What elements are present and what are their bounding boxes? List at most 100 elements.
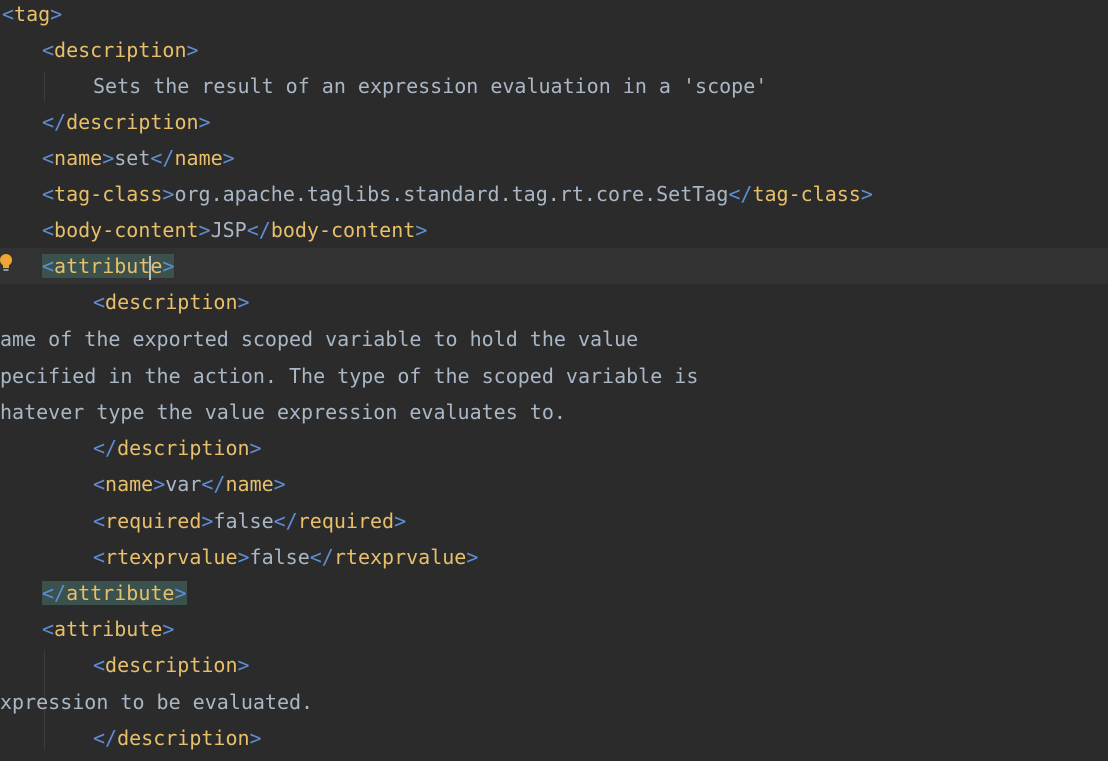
tag-bracket: >: [222, 146, 235, 170]
tag-name: tag-class: [752, 182, 861, 206]
tag-bracket: <: [42, 617, 55, 641]
tag-name: rtexprvalue: [333, 545, 467, 569]
code-line[interactable]: <description>: [0, 284, 1108, 320]
matched-tag: <attribute>: [42, 254, 175, 280]
lightbulb-icon[interactable]: [0, 253, 14, 275]
code-editor[interactable]: <tag> <description> Sets the result of a…: [0, 0, 1108, 761]
tag-bracket: >: [860, 182, 873, 206]
tag-bracket: >: [162, 254, 175, 278]
text-content: var: [165, 472, 202, 496]
tag-name: description: [105, 653, 238, 677]
code-line[interactable]: <description>: [0, 647, 1108, 683]
text-content: ame of the exported scoped variable to h…: [0, 327, 639, 351]
tag-bracket: <: [93, 290, 106, 314]
tag-bracket: >: [198, 218, 211, 242]
tag-name: description: [54, 38, 187, 62]
current-code-line[interactable]: <attribute>: [0, 248, 1108, 284]
text-content: org.apache.taglibs.standard.tag.rt.core.…: [174, 182, 729, 206]
tag-bracket: </: [201, 472, 226, 496]
tag-bracket: </: [273, 509, 298, 533]
text-content: hatever type the value expression evalua…: [0, 400, 566, 424]
tag-bracket: >: [198, 110, 211, 134]
tag-name: required: [297, 509, 395, 533]
code-line[interactable]: </description>: [0, 104, 1108, 140]
tag-bracket: >: [162, 617, 175, 641]
tag-bracket: >: [466, 545, 479, 569]
tag-bracket: >: [249, 436, 262, 460]
tag-bracket: </: [309, 545, 334, 569]
text-content: false: [249, 545, 310, 569]
tag-bracket: >: [237, 653, 250, 677]
tag-name: description: [117, 726, 250, 750]
text-content: false: [213, 509, 274, 533]
code-line[interactable]: ame of the exported scoped variable to h…: [0, 321, 1108, 357]
tag-name: body-content: [270, 218, 416, 242]
tag-bracket: <: [42, 254, 55, 278]
tag-name: required: [105, 509, 202, 533]
tag-bracket: </: [246, 218, 271, 242]
text-content: pecified in the action. The type of the …: [0, 364, 699, 388]
tag-name: name: [174, 146, 223, 170]
tag-name: name: [225, 472, 274, 496]
tag-bracket: >: [394, 509, 407, 533]
matched-tag: </attribute>: [42, 581, 187, 605]
code-line[interactable]: <attribute>: [0, 611, 1108, 647]
tag-bracket: >: [153, 472, 166, 496]
tag-bracket: >: [237, 545, 250, 569]
text-content: xpression to be evaluated.: [0, 690, 314, 714]
tag-bracket: </: [93, 436, 118, 460]
code-line[interactable]: xpression to be evaluated.: [0, 684, 1108, 720]
tag-name: attribute: [66, 581, 175, 605]
code-line[interactable]: <rtexprvalue>false</rtexprvalue>: [0, 539, 1108, 575]
tag-bracket: >: [50, 2, 63, 26]
tag-bracket: </: [42, 110, 67, 134]
tag-bracket: >: [162, 182, 175, 206]
tag-name: body-content: [54, 218, 199, 242]
tag-bracket: <: [93, 653, 106, 677]
code-line[interactable]: <tag-class>org.apache.taglibs.standard.t…: [0, 176, 1108, 212]
tag-name: name: [105, 472, 154, 496]
tag-bracket: >: [186, 38, 199, 62]
tag-name: description: [117, 436, 250, 460]
tag-name: tag-class: [54, 182, 163, 206]
code-line[interactable]: Sets the result of an expression evaluat…: [0, 68, 1108, 104]
code-line[interactable]: </description>: [0, 720, 1108, 756]
tag-name: attribute: [54, 617, 163, 641]
tag-name: rtexprvalue: [105, 545, 238, 569]
code-line[interactable]: <name>var</name>: [0, 466, 1108, 502]
code-line[interactable]: <tag>: [0, 0, 1108, 32]
tag-bracket: </: [728, 182, 753, 206]
code-line[interactable]: pecified in the action. The type of the …: [0, 358, 1108, 394]
tag-bracket: <: [42, 218, 55, 242]
tag-bracket: <: [42, 38, 55, 62]
tag-name: attribut: [54, 254, 151, 278]
tag-bracket: >: [415, 218, 428, 242]
tag-name: name: [54, 146, 103, 170]
code-line[interactable]: </attribute>: [0, 575, 1108, 611]
code-line[interactable]: <required>false</required>: [0, 503, 1108, 539]
tag-name: e: [150, 254, 163, 278]
tag-name: description: [105, 290, 238, 314]
tag-name: description: [66, 110, 199, 134]
tag-bracket: </: [93, 726, 118, 750]
tag-name: tag: [14, 2, 51, 26]
tag-bracket: <: [2, 2, 15, 26]
code-line[interactable]: <name>set</name>: [0, 140, 1108, 176]
code-line[interactable]: <description>: [0, 32, 1108, 68]
tag-bracket: >: [273, 472, 286, 496]
code-line[interactable]: <body-content>JSP</body-content>: [0, 212, 1108, 248]
tag-bracket: <: [93, 472, 106, 496]
code-line[interactable]: </description>: [0, 430, 1108, 466]
text-content: JSP: [210, 218, 247, 242]
tag-bracket: <: [42, 146, 55, 170]
tag-bracket: </: [42, 581, 67, 605]
text-content: set: [114, 146, 151, 170]
tag-bracket: </: [150, 146, 175, 170]
text-content: Sets the result of an expression evaluat…: [93, 74, 768, 98]
tag-bracket: >: [174, 581, 187, 605]
code-line[interactable]: hatever type the value expression evalua…: [0, 394, 1108, 430]
tag-bracket: >: [237, 290, 250, 314]
tag-bracket: >: [249, 726, 262, 750]
tag-bracket: >: [102, 146, 115, 170]
tag-bracket: <: [93, 509, 106, 533]
